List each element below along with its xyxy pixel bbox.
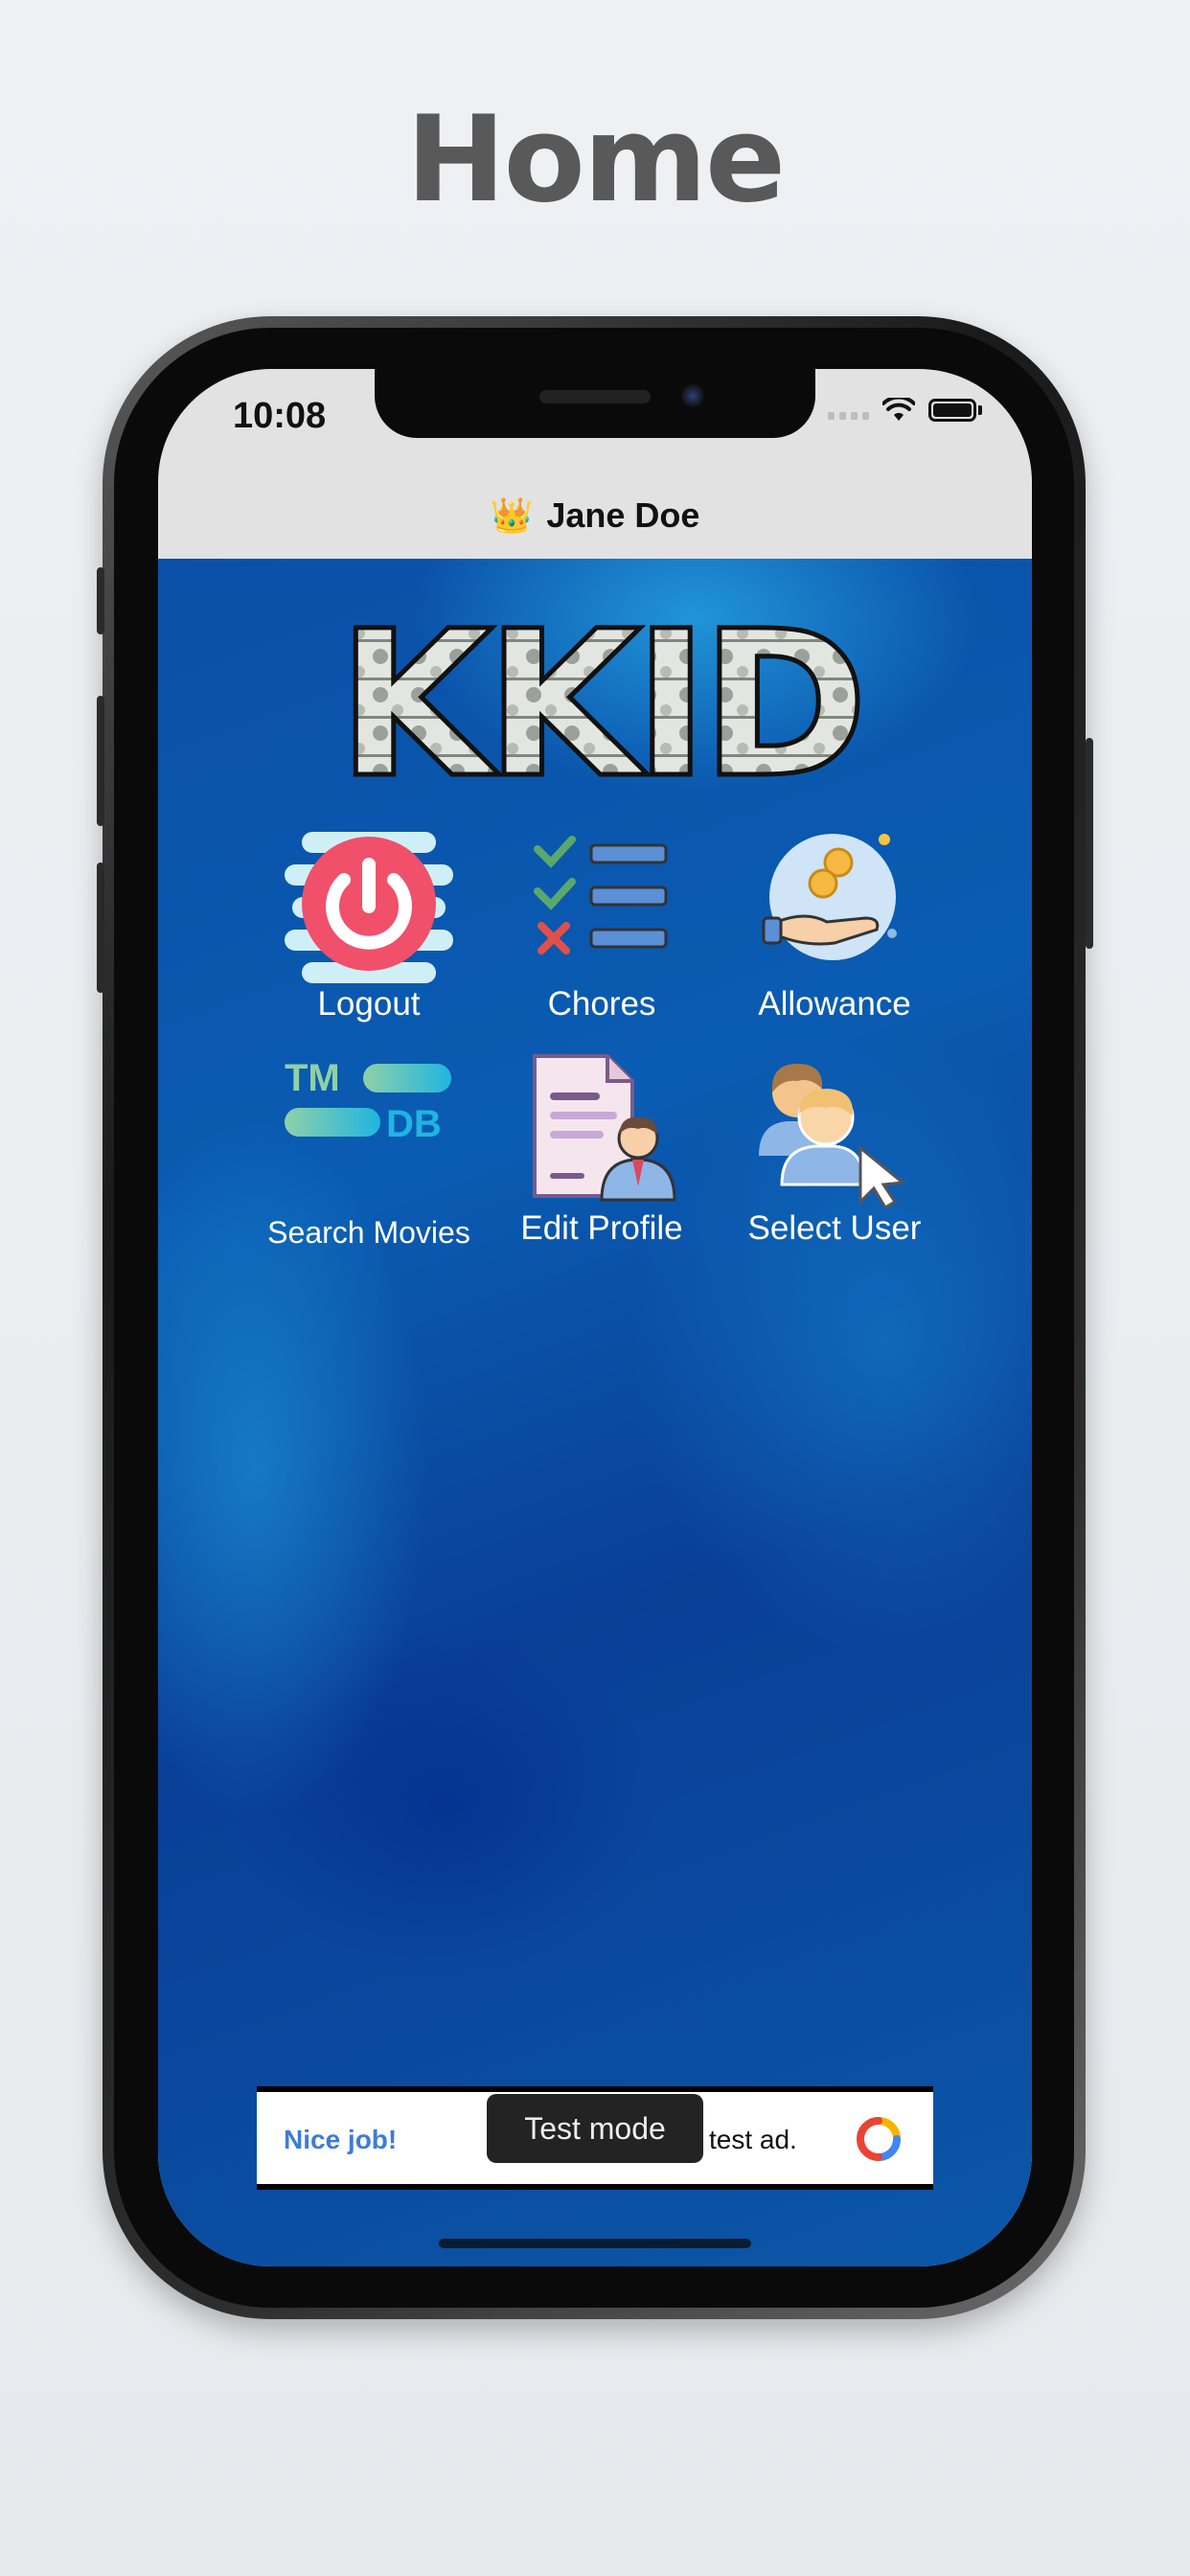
select-user-button[interactable]: Select User [720, 1052, 950, 1263]
power-icon [285, 832, 453, 983]
speaker [539, 390, 651, 403]
logout-button[interactable]: Logout [254, 822, 484, 1033]
chores-button[interactable]: Chores [487, 822, 717, 1033]
cellular-signal-icon [828, 401, 869, 420]
tmdb-logo-icon: TM DB [283, 1057, 455, 1145]
volume-down-button [97, 862, 104, 993]
app-background: KKID Logout Chores Allowance TM DB Searc… [158, 559, 1032, 2266]
status-time: 10:08 [233, 396, 327, 436]
logout-label: Logout [317, 985, 421, 1023]
search-movies-label: Search Movies [267, 1215, 470, 1250]
select-user-label: Select User [747, 1209, 922, 1247]
chores-label: Chores [547, 985, 656, 1023]
camera [681, 384, 704, 407]
notch [375, 369, 815, 438]
allowance-button[interactable]: Allowance [720, 822, 950, 1033]
power-button [1086, 738, 1093, 949]
search-movies-button[interactable]: TM DB Search Movies [254, 1052, 484, 1263]
ad-left-text: Nice job! [284, 2125, 398, 2154]
mute-switch [97, 567, 104, 634]
adchoices-icon[interactable] [857, 2117, 901, 2161]
wifi-icon [882, 398, 915, 421]
phone-screen: 10:08 👑 Jane Doe KKID Logout Chores Allo… [158, 369, 1032, 2266]
status-icons [828, 398, 982, 423]
volume-up-button [97, 696, 104, 826]
edit-profile-label: Edit Profile [520, 1209, 683, 1247]
tmdb-top-text: TM [285, 1058, 340, 1099]
select-user-icon [759, 1064, 906, 1208]
allowance-label: Allowance [758, 985, 911, 1023]
battery-icon [928, 399, 976, 422]
user-name[interactable]: Jane Doe [546, 495, 699, 536]
checklist-icon [534, 836, 668, 954]
hand-coins-icon [762, 834, 897, 960]
edit-profile-button[interactable]: Edit Profile [487, 1052, 717, 1263]
home-indicator[interactable] [439, 2239, 751, 2248]
tmdb-bottom-text: DB [386, 1103, 442, 1144]
profile-document-icon [533, 1054, 676, 1202]
app-logo: KKID [331, 586, 871, 825]
page-title: Home [405, 91, 786, 229]
navigation-bar: 👑 Jane Doe [158, 472, 1032, 559]
ad-right-text: test ad. [709, 2125, 797, 2154]
test-mode-badge: Test mode [487, 2094, 703, 2163]
logo-text: KKID [337, 607, 860, 798]
crown-icon: 👑 [490, 495, 534, 535]
